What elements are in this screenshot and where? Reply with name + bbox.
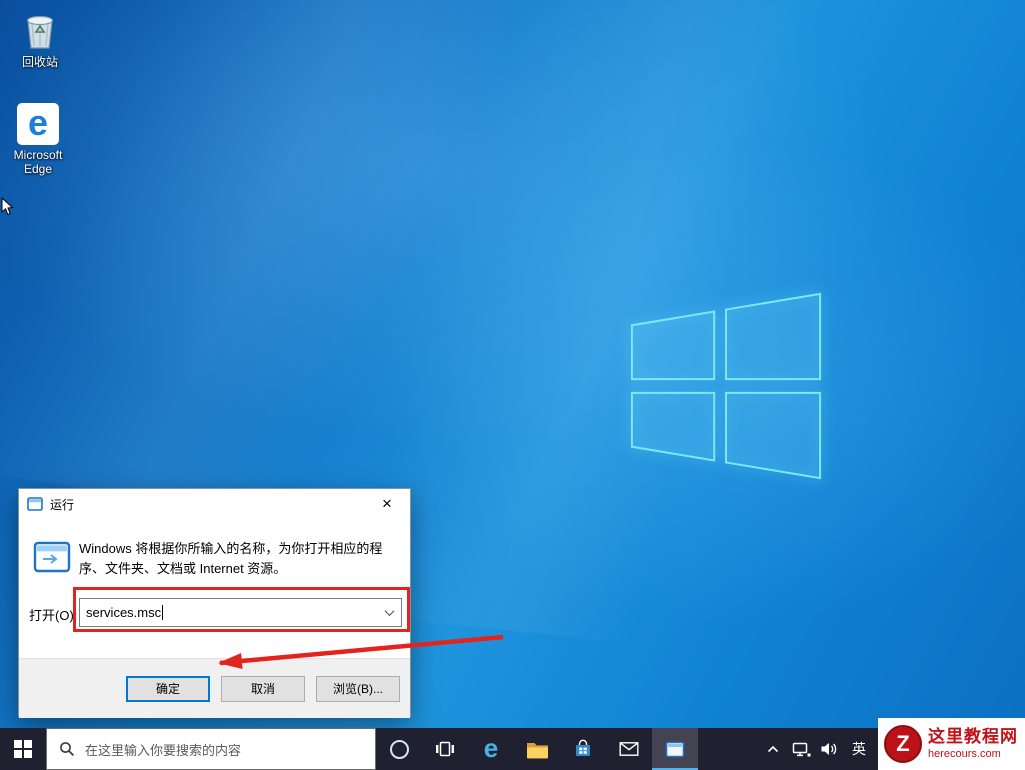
- browse-button[interactable]: 浏览(B)...: [316, 676, 400, 702]
- windows-start-icon: [14, 740, 32, 758]
- combobox-dropdown-button[interactable]: [377, 599, 401, 626]
- ok-button[interactable]: 确定: [126, 676, 210, 702]
- network-icon: [792, 741, 811, 758]
- taskbar-store-button[interactable]: [560, 728, 606, 770]
- network-tray-button[interactable]: [787, 728, 815, 770]
- volume-tray-button[interactable]: [815, 728, 843, 770]
- watermark-logo-letter: Z: [896, 731, 909, 757]
- ime-indicator[interactable]: 英: [843, 728, 875, 770]
- text-caret: [162, 605, 163, 620]
- taskbar-search-input[interactable]: 在这里输入你要搜索的内容: [46, 728, 376, 770]
- edge-icon: e: [17, 103, 59, 145]
- mail-icon: [619, 741, 639, 757]
- desktop-icon-label: Microsoft Edge: [0, 148, 76, 176]
- task-view-button[interactable]: [422, 728, 468, 770]
- close-button[interactable]: ×: [364, 489, 410, 519]
- watermark: Z 这里教程网 herecours.com: [878, 718, 1025, 770]
- run-input-value: services.msc: [80, 605, 161, 620]
- dialog-title: 运行: [50, 496, 74, 513]
- mouse-cursor: [1, 197, 14, 216]
- desktop-icon-microsoft-edge[interactable]: e Microsoft Edge: [0, 103, 76, 176]
- watermark-site-name: 这里教程网: [928, 728, 1018, 747]
- chevron-up-icon: [766, 743, 780, 755]
- run-dialog-icon: [27, 497, 43, 511]
- store-icon: [573, 739, 593, 759]
- watermark-site-url: herecours.com: [928, 748, 1018, 760]
- cortana-button[interactable]: [376, 728, 422, 770]
- desktop-icon-label: 回收站: [22, 55, 58, 69]
- taskbar: 在这里输入你要搜索的内容 e: [0, 728, 1025, 770]
- cancel-button[interactable]: 取消: [221, 676, 305, 702]
- taskbar-mail-button[interactable]: [606, 728, 652, 770]
- show-hidden-icons-button[interactable]: [759, 728, 787, 770]
- task-view-icon: [435, 740, 455, 758]
- file-explorer-icon: [526, 740, 549, 759]
- start-button[interactable]: [0, 728, 46, 770]
- chevron-down-icon: [384, 606, 394, 616]
- run-icon: [33, 541, 71, 573]
- search-placeholder: 在这里输入你要搜索的内容: [85, 740, 241, 759]
- taskbar-edge-button[interactable]: e: [468, 728, 514, 770]
- desktop: 回收站 e Microsoft Edge 运行 ×: [0, 0, 1025, 770]
- run-description: Windows 将根据你所输入的名称，为你打开相应的程序、文件夹、文档或 Int…: [79, 539, 397, 579]
- run-window-icon: [665, 741, 685, 758]
- edge-icon: e: [484, 735, 498, 761]
- cortana-icon: [390, 740, 409, 759]
- system-tray: 英: [759, 728, 875, 770]
- dialog-footer: 确定 取消 浏览(B)...: [19, 658, 410, 718]
- desktop-icon-recycle-bin[interactable]: 回收站: [2, 8, 78, 69]
- open-label: 打开(O):: [29, 605, 77, 624]
- dialog-body: Windows 将根据你所输入的名称，为你打开相应的程序、文件夹、文档或 Int…: [19, 519, 410, 658]
- windows-logo: [628, 288, 824, 484]
- watermark-logo: Z: [884, 725, 922, 763]
- taskbar-explorer-button[interactable]: [514, 728, 560, 770]
- taskbar-run-window-button[interactable]: [652, 728, 698, 770]
- search-icon: [59, 741, 75, 757]
- close-icon: ×: [382, 494, 392, 514]
- speaker-icon: [820, 741, 838, 757]
- recycle-bin-icon: [19, 8, 61, 52]
- run-input[interactable]: services.msc: [79, 598, 402, 627]
- dialog-titlebar[interactable]: 运行 ×: [19, 489, 410, 519]
- run-dialog: 运行 × Windows 将根据你所输入的名称，为你打开相应的程序、文件夹、文档…: [18, 488, 411, 717]
